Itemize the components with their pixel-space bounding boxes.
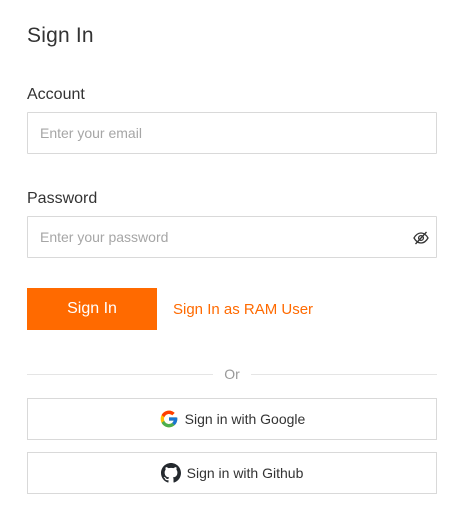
page-title: Sign In [27,24,94,47]
or-divider: Or [27,366,437,384]
github-sign-in-label: Sign in with Github [186,465,304,481]
google-sign-in-label: Sign in with Google [184,411,306,427]
google-sign-in-button[interactable]: Sign in with Google [27,398,437,440]
password-input[interactable] [28,217,436,257]
eye-slash-icon[interactable] [413,230,429,246]
account-label: Account [27,86,85,103]
github-icon [160,463,181,483]
divider-line-right [251,374,437,375]
sign-in-ram-user-link[interactable]: Sign In as RAM User [173,301,313,318]
password-label: Password [27,190,98,207]
email-input[interactable] [28,113,436,153]
sign-in-button[interactable]: Sign In [27,288,157,330]
github-sign-in-button[interactable]: Sign in with Github [27,452,437,494]
password-field-wrapper [27,216,437,258]
email-field-wrapper [27,112,437,154]
google-icon [159,409,179,429]
